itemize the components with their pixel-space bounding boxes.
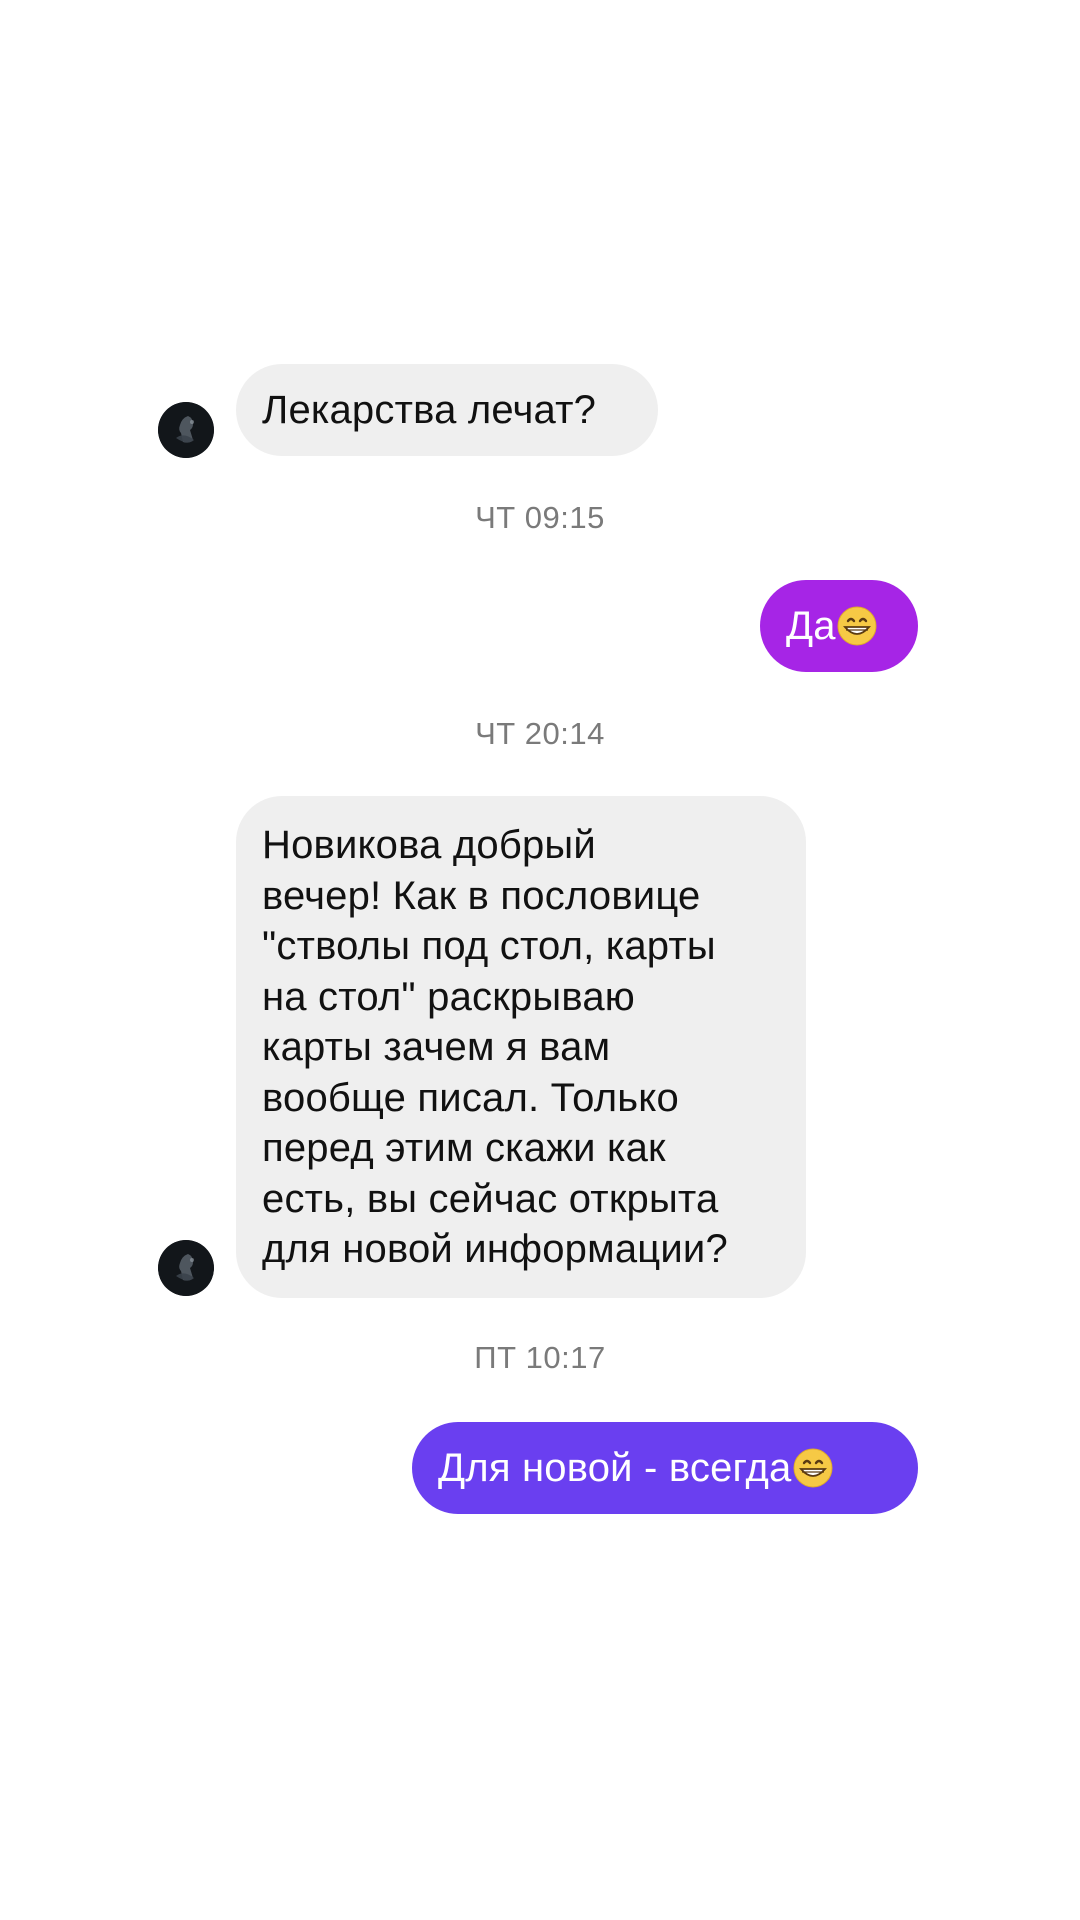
incoming-message-bubble[interactable]: Лекарства лечат? bbox=[236, 364, 658, 456]
message-text-line: перед этим скажи как bbox=[262, 1126, 666, 1170]
outgoing-message-bubble[interactable]: Для новой - всегда bbox=[412, 1422, 918, 1514]
message-text-line: есть, вы сейчас открыта bbox=[262, 1176, 719, 1221]
incoming-message-bubble[interactable]: Новикова добрый вечер! Как в пословице "… bbox=[236, 796, 806, 1298]
avatar-photo-icon bbox=[158, 1240, 214, 1296]
avatar-photo-icon bbox=[158, 402, 214, 458]
message-text-line: Новикова добрый bbox=[262, 823, 596, 867]
message-text-line: "стволы под стол, карты bbox=[262, 924, 716, 968]
contact-avatar[interactable] bbox=[158, 1240, 214, 1296]
message-text-line: на стол" раскрываю bbox=[262, 974, 635, 1019]
message-text: Да bbox=[786, 604, 836, 648]
grinning-face-emoji-icon bbox=[836, 605, 878, 647]
message-text-line: вообще писал. Только bbox=[262, 1075, 679, 1120]
message-timestamp: ПТ 10:17 bbox=[474, 1340, 606, 1375]
message-timestamp: ЧТ 20:14 bbox=[475, 716, 605, 751]
message-timestamp: ЧТ 09:15 bbox=[475, 500, 605, 535]
message-text-line: карты зачем я вам bbox=[262, 1025, 611, 1069]
message-text-line: для новой информации? bbox=[262, 1227, 728, 1271]
message-text-line: вечер! Как в пословице bbox=[262, 873, 701, 918]
grinning-face-emoji-icon bbox=[792, 1447, 834, 1489]
message-text: Лекарства лечат? bbox=[262, 388, 597, 432]
outgoing-message-bubble[interactable]: Да bbox=[760, 580, 918, 672]
chat-thread: Лекарства лечат? ЧТ 09:15 Да ЧТ 20:14 Но… bbox=[0, 0, 1080, 1920]
contact-avatar[interactable] bbox=[158, 402, 214, 458]
message-text: Для новой - всегда bbox=[438, 1446, 792, 1490]
